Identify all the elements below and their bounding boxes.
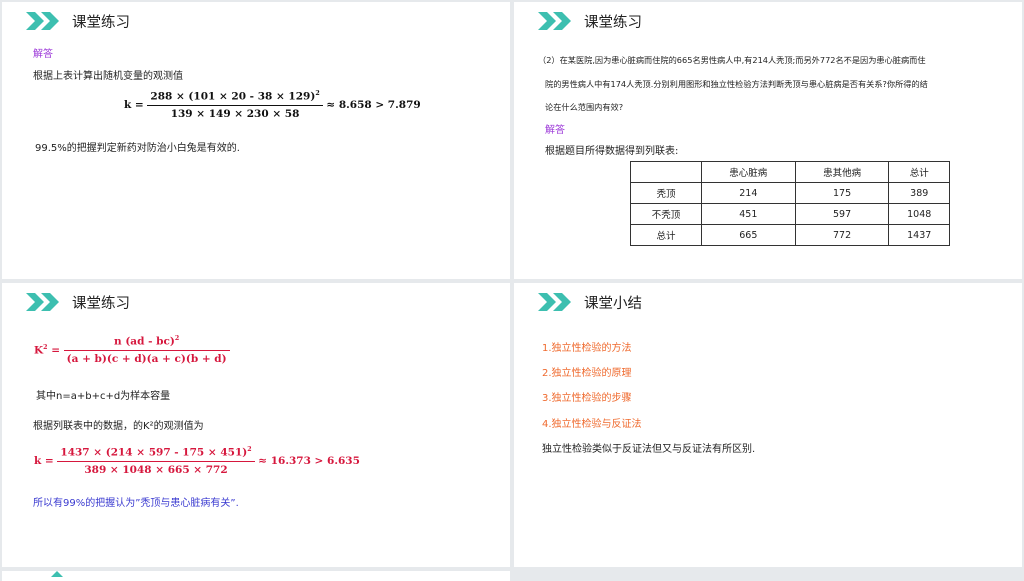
slide-header: 课堂练习	[538, 10, 642, 32]
table-cell: 总计	[630, 224, 702, 246]
slide-header: 课堂小结	[538, 291, 642, 313]
formula-lhs-power: 2	[43, 343, 48, 351]
formula-power: 2	[315, 90, 320, 97]
slide-title: 课堂练习	[584, 14, 642, 31]
conclusion-text: 所以有99%的把握认为”秃顶与患心脏病有关”.	[33, 498, 239, 509]
table-cell: 389	[888, 182, 950, 204]
table-cell: 患其他病	[794, 161, 890, 183]
question-line-3: 论在什么范围内有效?	[545, 102, 624, 112]
formula-numerator: n (ad - bc)	[114, 335, 175, 348]
formula-numerator: 1437 × (214 × 597 - 175 × 451)	[60, 446, 248, 459]
slide-title: 课堂练习	[72, 14, 130, 31]
note-text: 其中n=a+b+c+d为样本容量	[36, 391, 171, 402]
question-line-2: 院的男性病人中有174人秃顶.分别利用图形和独立性检验方法判断秃顶与患心脏病是否…	[545, 79, 928, 89]
question-line-1: （2）在某医院,因为患心脏病而住院的665名男性病人中,有214人秃顶;而另外7…	[538, 55, 926, 65]
table-row: 不秃顶 451 597 1048	[630, 203, 950, 225]
formula-lhs: k =	[34, 454, 54, 467]
slide-1: 课堂练习 解答 根据上表计算出随机变量的观测值 k = 288 × (101 ×…	[2, 2, 510, 279]
summary-item: 4.独立性检验与反证法	[542, 419, 642, 430]
k-formula: k = 1437 × (214 × 597 - 175 × 451)2 389 …	[34, 446, 360, 476]
formula-lhs: k =	[124, 98, 144, 111]
summary-text: 独立性检验类似于反证法但又与反证法有所区别.	[542, 444, 756, 455]
table-cell	[630, 161, 702, 183]
table-cell: 665	[700, 224, 796, 246]
table-cell: 总计	[888, 161, 950, 183]
formula-power: 2	[247, 446, 252, 453]
slide-5-partial	[2, 571, 510, 581]
conclusion-text: 99.5%的把握判定新药对防治小白兔是有效的.	[35, 143, 240, 154]
slide-4: 课堂小结 1.独立性检验的方法 2.独立性检验的原理 3.独立性检验的步骤 4.…	[514, 283, 1022, 567]
slide-title: 课堂练习	[72, 295, 130, 312]
slide-2: 课堂练习 （2）在某医院,因为患心脏病而住院的665名男性病人中,有214人秃顶…	[514, 2, 1022, 279]
formula-power: 2	[174, 335, 180, 342]
summary-item: 2.独立性检验的原理	[542, 368, 632, 379]
table-cell: 1048	[888, 203, 950, 225]
table-cell: 患心脏病	[700, 161, 796, 183]
table-cell: 秃顶	[630, 182, 702, 204]
table-cell: 不秃顶	[630, 203, 702, 225]
summary-item: 3.独立性检验的步骤	[542, 393, 632, 404]
formula-denominator: 139 × 149 × 230 × 58	[170, 107, 300, 120]
formula-denominator: (a + b)(c + d)(a + c)(b + d)	[66, 352, 227, 365]
text-line: 根据题目所得数据得到列联表:	[545, 146, 679, 157]
formula-result: ≈ 8.658 > 7.879	[326, 98, 421, 111]
table-cell: 214	[700, 182, 796, 204]
formula-eq: =	[51, 344, 60, 356]
double-chevron-icon	[538, 12, 571, 30]
answer-label: 解答	[33, 49, 53, 60]
formula-numerator: 288 × (101 × 20 - 38 × 129)	[150, 90, 316, 103]
table-cell: 597	[794, 203, 890, 225]
slide-header: 课堂练习	[26, 291, 130, 313]
k2-formula: K2 = n (ad - bc)2 (a + b)(c + d)(a + c)(…	[34, 335, 230, 365]
double-chevron-icon	[26, 12, 59, 30]
double-chevron-icon	[538, 293, 571, 311]
formula-result: ≈ 16.373 > 6.635	[258, 454, 360, 467]
formula-denominator: 389 × 1048 × 665 × 772	[84, 463, 228, 476]
table-cell: 451	[700, 203, 796, 225]
summary-item: 1.独立性检验的方法	[542, 343, 632, 354]
table-cell: 772	[794, 224, 890, 246]
text-line: 根据上表计算出随机变量的观测值	[33, 71, 183, 82]
table-cell: 175	[794, 182, 890, 204]
double-chevron-icon	[26, 293, 59, 311]
slide-title: 课堂小结	[584, 295, 642, 312]
table-row: 总计 665 772 1437	[630, 224, 950, 246]
slide-3: 课堂练习 K2 = n (ad - bc)2 (a + b)(c + d)(a …	[2, 283, 510, 567]
k-formula: k = 288 × (101 × 20 - 38 × 129)2 139 × 1…	[124, 90, 421, 120]
table-cell: 1437	[888, 224, 950, 246]
table-header-row: 患心脏病 患其他病 总计	[630, 161, 950, 183]
text-line: 根据列联表中的数据，的K²的观测值为	[33, 421, 204, 432]
formula-lhs: K	[34, 344, 44, 356]
answer-label: 解答	[545, 125, 565, 136]
slide-header: 课堂练习	[26, 10, 130, 32]
contingency-table: 患心脏病 患其他病 总计 秃顶 214 175 389 不秃顶 451 597 …	[630, 161, 950, 246]
table-row: 秃顶 214 175 389	[630, 182, 950, 204]
chevron-icon	[51, 571, 63, 577]
